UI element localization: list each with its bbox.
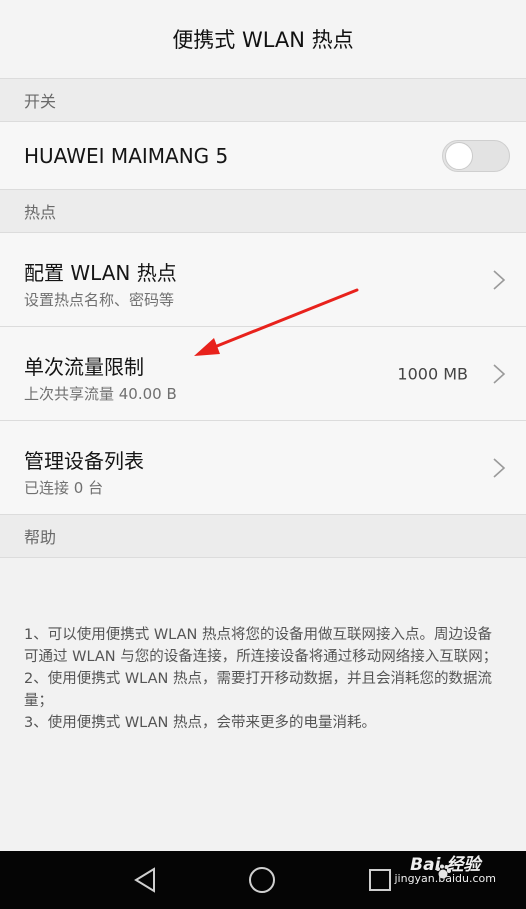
home-icon[interactable] [248,866,276,894]
annotation-arrow-icon [194,288,359,356]
back-icon[interactable] [132,866,158,894]
system-navbar: Bai 经验 jingyan.baidu.com [0,851,526,909]
paw-icon [436,864,451,879]
recents-icon[interactable] [368,868,392,892]
